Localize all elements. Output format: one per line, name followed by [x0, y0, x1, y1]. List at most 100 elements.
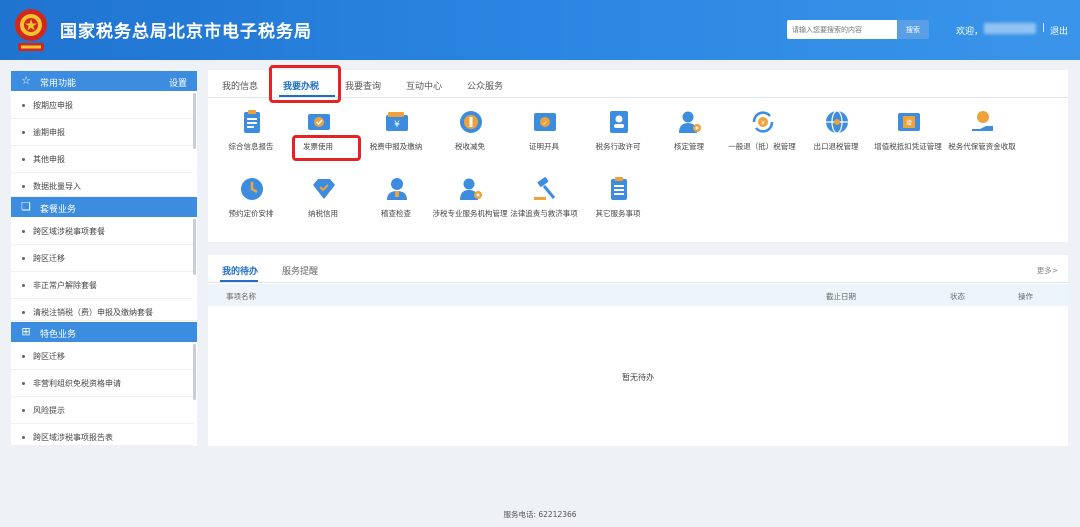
svg-text:✓: ✓ [542, 120, 547, 127]
tab-my-info[interactable]: 我的信息 [222, 79, 258, 92]
sidebar-section-title: 特色业务 [40, 330, 77, 340]
clipboard-icon [244, 110, 260, 133]
service-label: 税费申报及缴纳 [369, 142, 423, 151]
refund-cycle-icon: ¥ [752, 111, 774, 133]
top-header: 国家税务总局北京市电子税务局 搜索 欢迎， | 退出 [0, 0, 1080, 60]
sidebar-item-label: 非正常户解除套餐 [33, 281, 97, 290]
service-pricing-arrangement[interactable]: 预约定价安排 [211, 176, 291, 232]
more-link[interactable]: 更多> [1037, 265, 1058, 276]
sidebar-item-label: 跨区域涉税事项套餐 [33, 227, 105, 236]
logout-link[interactable]: 退出 [1050, 24, 1068, 37]
sidebar-item[interactable]: 非营利组织免税资格申请 [11, 370, 193, 397]
service-vat-deduction[interactable]: 增 增值税抵扣凭证管理 [868, 109, 948, 165]
sidebar-item[interactable]: 跨区域涉税事项报告表 [11, 424, 193, 446]
coin-icon [460, 111, 482, 133]
sidebar-item[interactable]: 非正常户解除套餐 [11, 272, 193, 299]
sidebar-section-special[interactable]: ⊞ 特色业务 [11, 322, 197, 342]
tab-my-todo[interactable]: 我的待办 [222, 264, 258, 277]
service-label: 税务代保管资金收取 [948, 142, 1016, 151]
bullet-dot [22, 382, 25, 385]
sidebar-item-label: 非营利组织免税资格申请 [33, 379, 121, 388]
sidebar-item-label: 跨区域涉税事项报告表 [33, 433, 113, 442]
sidebar-item-label: 风险提示 [33, 406, 65, 415]
svg-text:¥: ¥ [761, 120, 765, 127]
sidebar-item[interactable]: 跨区迁移 [11, 343, 193, 370]
wallet-yuan-icon: ¥ [386, 112, 408, 131]
service-tax-reduction[interactable]: 税收减免 [430, 109, 510, 165]
sidebar-item[interactable]: 逾期申报 [11, 119, 193, 146]
sidebar-item-label: 逾期申报 [33, 128, 65, 137]
sidebar-item[interactable]: 数据批量导入 [11, 173, 193, 197]
sidebar-section-common[interactable]: ☆ 常用功能 设置 [11, 71, 197, 91]
globe-icon [826, 110, 848, 134]
sidebar-item[interactable]: 清税注销税（费）申报及缴纳套餐 [11, 299, 193, 321]
sidebar-scrollbar[interactable] [193, 344, 196, 400]
bullet-dot [22, 257, 25, 260]
sidebar-item[interactable]: 其他申报 [11, 146, 193, 173]
tab-public-service[interactable]: 公众服务 [467, 79, 503, 92]
bullet-dot [22, 311, 25, 314]
sidebar-item[interactable]: 按期应申报 [11, 92, 193, 119]
bullet-dot [22, 131, 25, 134]
service-custody-funds[interactable]: 税务代保管资金收取 [942, 109, 1022, 165]
service-tax-refund[interactable]: ¥ 一般退（抵）税管理 [722, 109, 802, 165]
header-separator: | [1042, 23, 1046, 33]
certificate-icon: ✓ [534, 113, 556, 131]
search-button[interactable]: 搜索 [897, 20, 929, 39]
sidebar-item[interactable]: 跨区域涉税事项套餐 [11, 218, 193, 245]
sidebar-item-label: 清税注销税（费）申报及缴纳套餐 [33, 308, 153, 317]
service-label: 一般退（抵）税管理 [728, 142, 796, 151]
gavel-icon [534, 177, 556, 200]
list-clipboard-icon [611, 177, 627, 200]
search-input[interactable] [787, 20, 897, 39]
todo-panel: 我的待办 服务提醒 更多> 事项名称 截止日期 状态 操作 暂无待办 [208, 255, 1068, 446]
ticket-icon: 增 [898, 113, 920, 131]
service-export-refund[interactable]: 出口退税管理 [796, 109, 876, 165]
sidebar-settings-link[interactable]: 设置 [169, 76, 187, 89]
svg-text:¥: ¥ [394, 120, 400, 130]
bullet-dot [22, 355, 25, 358]
tab-interaction[interactable]: 互动中心 [406, 79, 442, 92]
grid-icon: ⊞ [21, 325, 31, 338]
bullet-dot [22, 409, 25, 412]
sidebar-item[interactable]: 风险提示 [11, 397, 193, 424]
column-header: 截止日期 [826, 292, 856, 301]
services-panel: 我的信息 我要办税 我要查询 互动中心 公众服务 综合信息报告 发票使用 ¥ 税… [208, 65, 1068, 242]
service-inspection[interactable]: 稽查检查 [356, 176, 436, 232]
sidebar-item-label: 跨区迁移 [33, 254, 65, 263]
agent-gear-icon [460, 178, 482, 200]
svg-text:增: 增 [906, 119, 912, 127]
bullet-dot [22, 185, 25, 188]
service-admin-license[interactable]: 税务行政许可 [578, 109, 658, 165]
service-label: 出口退税管理 [813, 142, 859, 151]
highlight-box-tab [269, 65, 341, 103]
service-label: 稽查检查 [381, 209, 411, 218]
column-header: 事项名称 [226, 292, 256, 301]
bullet-dot [22, 158, 25, 161]
sidebar-section-package[interactable]: ❏ 套餐业务 [11, 197, 197, 217]
sidebar-item-label: 按期应申报 [33, 101, 73, 110]
sidebar-scrollbar[interactable] [193, 219, 196, 275]
box-icon: ❏ [21, 200, 31, 213]
service-tax-credit[interactable]: 纳税信用 [283, 176, 363, 232]
highlight-box-invoice [292, 135, 361, 161]
user-gear-icon [679, 111, 701, 133]
bullet-dot [22, 436, 25, 439]
national-emblem-icon [15, 9, 47, 51]
service-professional-agency[interactable]: 涉税专业服务机构管理 [430, 176, 510, 232]
service-label: 增值税抵扣凭证管理 [874, 142, 942, 151]
tab-query[interactable]: 我要查询 [345, 79, 381, 92]
person-card-icon [610, 111, 628, 133]
sidebar-item-label: 数据批量导入 [33, 182, 81, 191]
sidebar-scrollbar[interactable] [193, 93, 196, 149]
service-other[interactable]: 其它服务事项 [578, 176, 658, 232]
service-legal-remedy[interactable]: 法律追责与救济事项 [504, 176, 584, 232]
sidebar-item[interactable]: 跨区迁移 [11, 245, 193, 272]
service-tax-declaration[interactable]: ¥ 税费申报及缴纳 [356, 109, 436, 165]
column-header: 操作 [1018, 292, 1033, 301]
service-certificate[interactable]: ✓ 证明开具 [504, 109, 584, 165]
tab-service-reminder[interactable]: 服务提醒 [282, 264, 318, 277]
service-assessment[interactable]: 核定管理 [649, 109, 729, 165]
inspector-icon [387, 178, 407, 200]
sidebar-item-label: 其他申报 [33, 155, 65, 164]
